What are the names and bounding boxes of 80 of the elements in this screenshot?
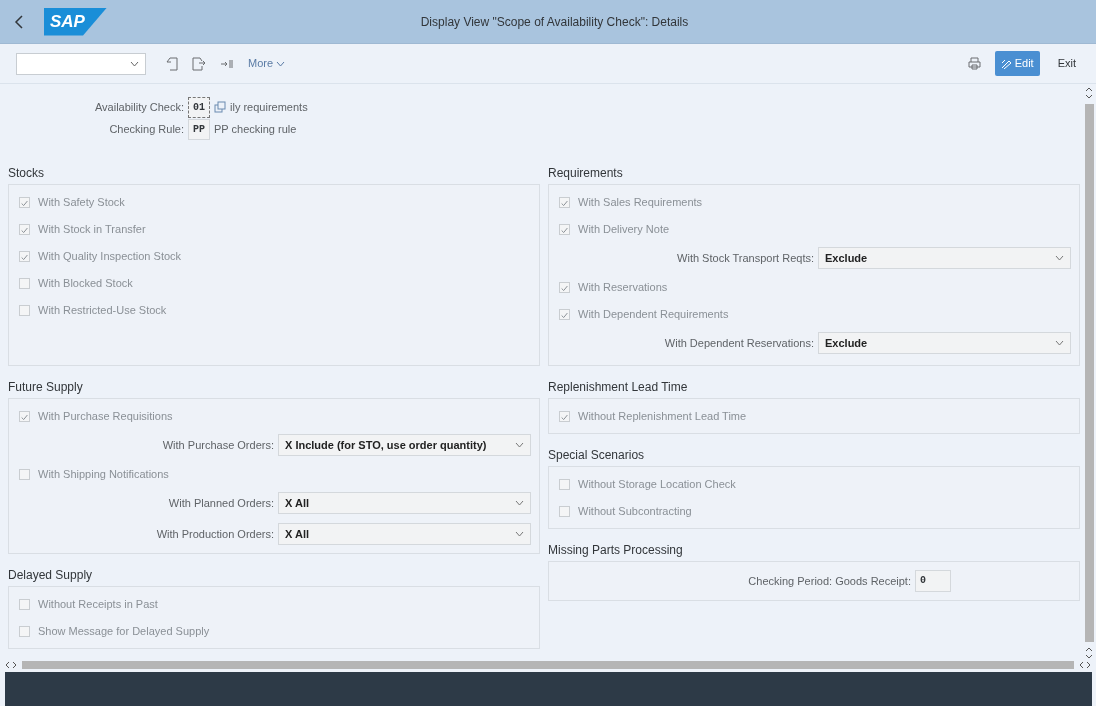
checkbox[interactable] <box>559 308 570 320</box>
chevron-down-icon <box>1055 255 1064 261</box>
field-description: PP checking rule <box>214 121 297 137</box>
scroll-arrows-icon[interactable] <box>4 661 18 669</box>
checkbox[interactable] <box>19 598 30 610</box>
logo: SAP <box>44 7 107 36</box>
section-title: Missing Parts Processing <box>548 542 684 559</box>
copy-icon[interactable] <box>214 101 226 113</box>
field-label: With Stock Transport Reqts: <box>676 250 814 266</box>
checkbox[interactable] <box>19 277 30 289</box>
section-title: Future Supply <box>8 379 84 396</box>
chevron-down-icon <box>1055 340 1064 346</box>
checkbox[interactable] <box>559 281 570 293</box>
checkbox[interactable] <box>19 304 30 316</box>
checkbox-label: Without Subcontracting <box>578 503 692 519</box>
checkbox-label: Without Replenishment Lead Time <box>578 408 747 424</box>
checkbox-label: With Dependent Requirements <box>578 306 729 322</box>
dropdown-field[interactable]: X All <box>278 492 531 514</box>
section-title: Special Scenarios <box>548 447 646 464</box>
section-title: Replenishment Lead Time <box>548 379 689 396</box>
printer-icon[interactable] <box>967 57 981 70</box>
checkbox-label: With Reservations <box>578 279 668 295</box>
section-title: Requirements <box>548 165 624 182</box>
checkbox-label: With Restricted-Use Stock <box>38 302 167 318</box>
section-title: Stocks <box>8 165 45 182</box>
code-field[interactable]: 01 <box>188 96 210 118</box>
checkbox[interactable] <box>559 505 570 517</box>
checkbox[interactable] <box>559 478 570 490</box>
code-field[interactable]: PP <box>188 118 210 140</box>
chevron-down-icon <box>276 60 286 67</box>
checkbox-label: With Delivery Note <box>578 221 670 237</box>
document-forward-icon[interactable] <box>192 56 206 71</box>
chevron-down-icon <box>130 60 139 67</box>
dropdown-field[interactable]: X Include (for STO, use order quantity) <box>278 434 531 456</box>
arrow-list-icon[interactable] <box>220 58 234 69</box>
field-description: ily requirements <box>230 99 308 115</box>
pencil-icon <box>1000 58 1013 69</box>
field-label: With Production Orders: <box>155 526 274 542</box>
field-label: Availability Check: <box>93 99 184 115</box>
document-back-icon[interactable] <box>166 56 178 71</box>
checkbox-label: With Blocked Stock <box>38 275 133 291</box>
chevron-down-icon <box>515 531 524 537</box>
command-field[interactable] <box>16 52 146 75</box>
checkbox[interactable] <box>19 625 30 637</box>
window-title: Display View "Scope of Availability Check": Details <box>419 13 690 31</box>
dropdown-field[interactable]: X All <box>278 523 531 545</box>
checkbox[interactable] <box>19 468 30 480</box>
exit-button[interactable]: Exit <box>1053 55 1080 72</box>
checkbox-label: With Safety Stock <box>38 194 125 210</box>
checkbox-label: With Purchase Requisitions <box>38 408 173 424</box>
checkbox[interactable] <box>19 250 30 262</box>
checkbox[interactable] <box>19 410 30 422</box>
checkbox[interactable] <box>559 223 570 235</box>
checkbox-label: Without Storage Location Check <box>578 476 736 492</box>
back-button[interactable] <box>14 14 24 29</box>
number-field[interactable]: 0 <box>915 570 951 592</box>
checkbox[interactable] <box>19 223 30 235</box>
more-menu-button[interactable]: More <box>248 55 286 72</box>
field-label: With Dependent Reservations: <box>663 335 814 351</box>
checkbox-label: Without Receipts in Past <box>38 596 158 612</box>
checkbox[interactable] <box>19 196 30 208</box>
field-label: With Purchase Orders: <box>161 437 274 453</box>
scroll-arrows-icon[interactable] <box>1085 86 1093 100</box>
field-label: With Planned Orders: <box>167 495 274 511</box>
chevron-down-icon <box>515 500 524 506</box>
checkbox[interactable] <box>559 196 570 208</box>
checkbox-label: With Shipping Notifications <box>38 466 169 482</box>
chevron-down-icon <box>515 442 524 448</box>
checkbox-label: With Sales Requirements <box>578 194 703 210</box>
field-label: Checking Rule: <box>108 121 184 137</box>
section-title: Delayed Supply <box>8 567 94 584</box>
checkbox-label: With Stock in Transfer <box>38 221 146 237</box>
checkbox-label: Show Message for Delayed Supply <box>38 623 210 639</box>
scroll-arrows-icon[interactable] <box>1078 661 1092 669</box>
scroll-arrows-icon[interactable] <box>1085 646 1093 660</box>
checkbox[interactable] <box>559 410 570 422</box>
field-label: Checking Period: Goods Receipt: <box>747 573 911 589</box>
dropdown-field[interactable]: Exclude <box>818 332 1071 354</box>
dropdown-field[interactable]: Exclude <box>818 247 1071 269</box>
checkbox-label: With Quality Inspection Stock <box>38 248 182 264</box>
